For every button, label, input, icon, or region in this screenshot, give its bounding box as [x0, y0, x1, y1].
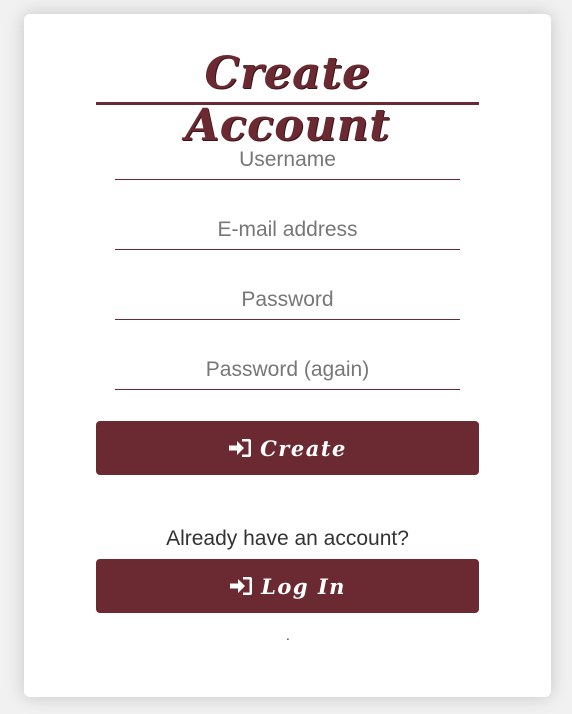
title-underline [96, 102, 479, 105]
footer-dot: . [286, 629, 290, 643]
password-again-input[interactable] [115, 350, 460, 390]
create-button-label: Create [260, 435, 347, 461]
sign-in-icon [229, 575, 253, 597]
page-title: Create Account [185, 48, 390, 151]
username-input[interactable] [115, 140, 460, 180]
login-prompt: Already have an account? [166, 527, 409, 550]
sign-in-icon [228, 437, 252, 459]
login-button-label: Log In [261, 573, 346, 599]
email-input[interactable] [115, 210, 460, 250]
login-button[interactable]: Log In [96, 559, 479, 613]
create-account-card: Create Account Create Already have an ac… [24, 14, 551, 697]
create-button[interactable]: Create [96, 421, 479, 475]
password-input[interactable] [115, 280, 460, 320]
